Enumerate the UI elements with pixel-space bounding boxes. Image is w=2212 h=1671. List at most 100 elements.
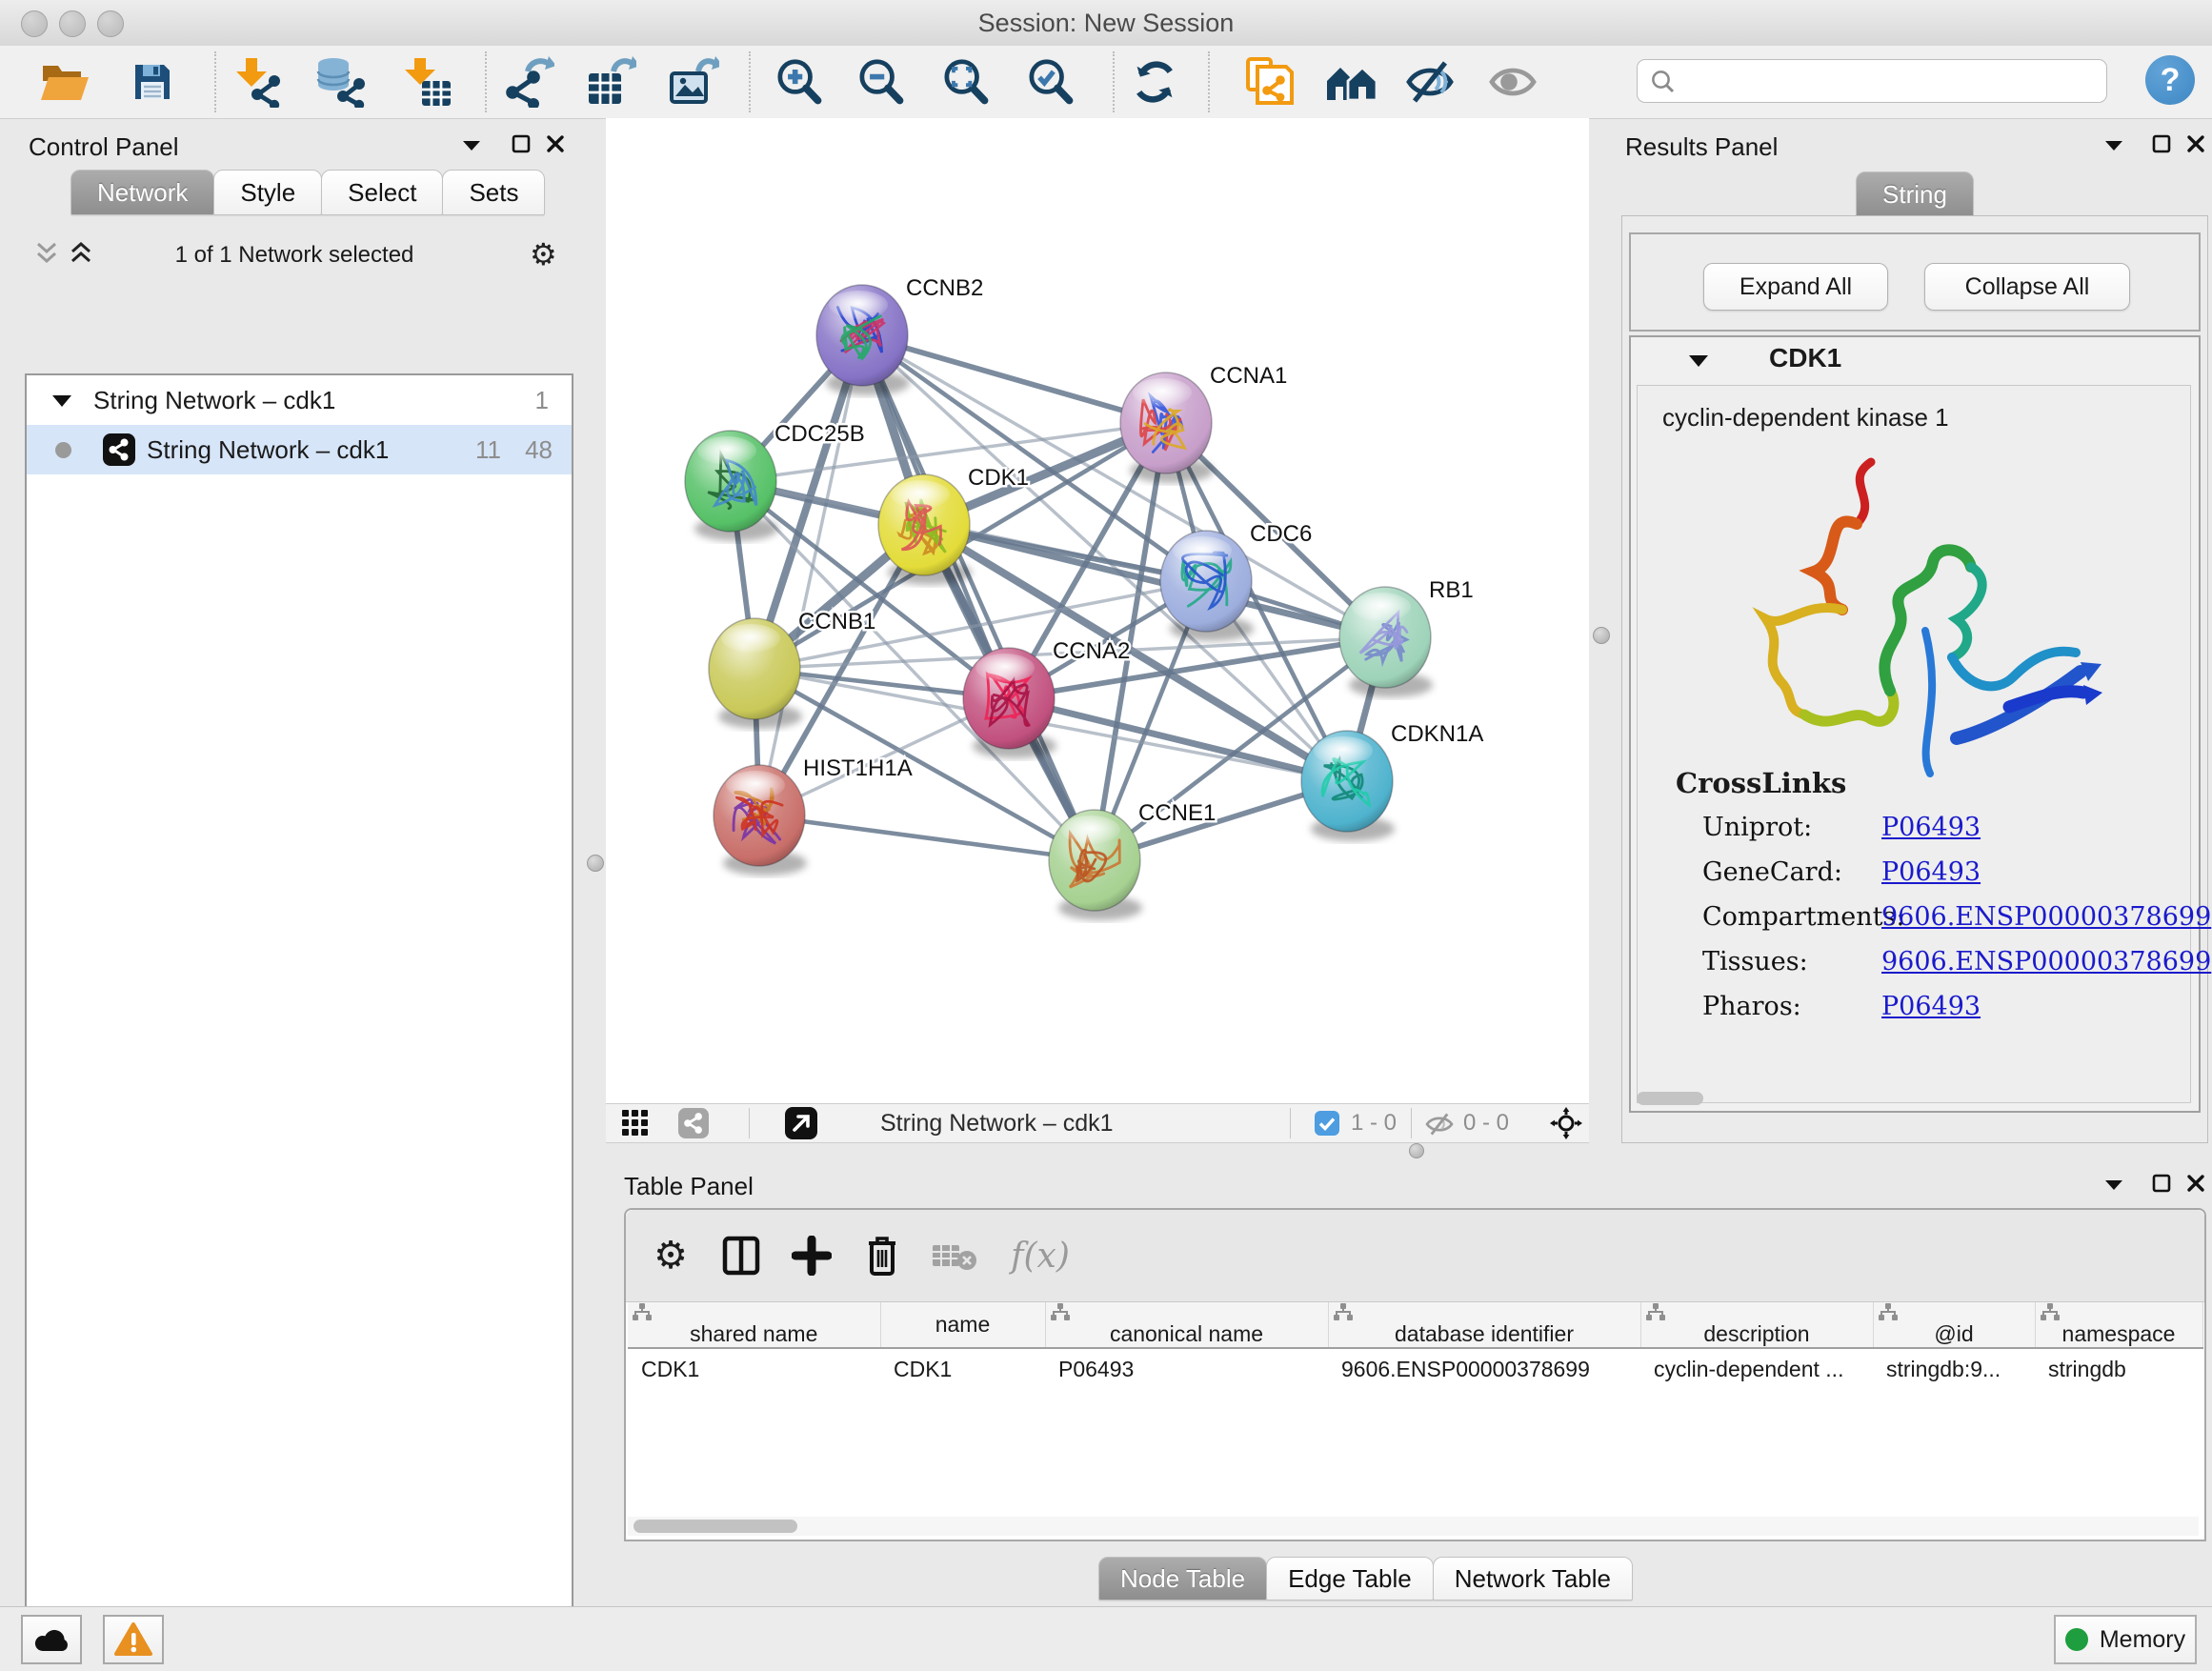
- houses-icon: [1325, 58, 1378, 106]
- tab-style[interactable]: Style: [213, 170, 322, 215]
- network-edge-CCNB2-HIST1H1A[interactable]: [759, 335, 862, 815]
- network-collection-row[interactable]: String Network – cdk1 1: [27, 375, 572, 425]
- memory-button[interactable]: Memory: [2054, 1615, 2197, 1664]
- expand-all-button[interactable]: Expand All: [1703, 263, 1888, 311]
- network-share-view-icon[interactable]: [678, 1108, 709, 1138]
- panel-float-icon[interactable]: [2145, 130, 2178, 158]
- hide-selected-button[interactable]: [1400, 53, 1459, 111]
- network-canvas[interactable]: CCNB2CCNA1CDC25BCDK1CDC6RB1CCNB1CCNA2CDK…: [606, 118, 1589, 1103]
- crosslink-link[interactable]: 9606.ENSP00000378699: [1881, 947, 2211, 976]
- horizontal-splitter-handle[interactable]: [1409, 1143, 1424, 1158]
- column-header-name[interactable]: name: [880, 1302, 1045, 1348]
- tab-sets[interactable]: Sets: [442, 170, 545, 215]
- birds-eye-view-icon[interactable]: [1549, 1106, 1583, 1140]
- network-node-CCNB2[interactable]: [816, 285, 910, 395]
- table-cell[interactable]: stringdb: [2035, 1348, 2202, 1389]
- create-column-plus-icon[interactable]: [784, 1229, 839, 1282]
- network-node-CCNE1[interactable]: [1049, 810, 1142, 920]
- results-scrollbar-thumb[interactable]: [1637, 1092, 1703, 1105]
- right-splitter-handle[interactable]: [1593, 627, 1610, 644]
- help-button[interactable]: ?: [2145, 55, 2195, 105]
- first-neighbors-button[interactable]: [1322, 53, 1381, 111]
- column-header-shared-name[interactable]: shared name: [628, 1302, 880, 1348]
- tab-edge-table[interactable]: Edge Table: [1266, 1557, 1434, 1601]
- crosslink-link[interactable]: P06493: [1881, 992, 1981, 1021]
- left-splitter-handle[interactable]: [587, 855, 604, 872]
- zoom-out-button[interactable]: [852, 53, 911, 111]
- table-cell[interactable]: CDK1: [628, 1348, 880, 1389]
- network-node-CCNB1[interactable]: [709, 618, 802, 729]
- delete-table-icon[interactable]: [927, 1229, 982, 1282]
- column-header-@id[interactable]: @id: [1873, 1302, 2035, 1348]
- column-header-database-identifier[interactable]: database identifier: [1328, 1302, 1640, 1348]
- selected-checkbox-icon[interactable]: [1315, 1111, 1339, 1136]
- crosslink-link[interactable]: P06493: [1881, 813, 1981, 842]
- crosslink-link[interactable]: 9606.ENSP00000378699: [1881, 902, 2211, 932]
- network-node-CDC25B[interactable]: [685, 431, 778, 541]
- gene-expander-icon[interactable]: [1688, 354, 1709, 368]
- zoom-selected-button[interactable]: [1021, 53, 1080, 111]
- warning-status-button[interactable]: [103, 1615, 164, 1664]
- function-builder-icon[interactable]: f(x): [999, 1229, 1081, 1282]
- export-image-button[interactable]: [664, 53, 723, 111]
- open-session-button[interactable]: [35, 53, 94, 111]
- tab-select[interactable]: Select: [321, 170, 443, 215]
- network-row-selected[interactable]: String Network – cdk1 11 48: [27, 425, 572, 474]
- zoom-in-button[interactable]: [770, 53, 829, 111]
- panel-menu-icon[interactable]: [455, 131, 488, 160]
- import-network-file-button[interactable]: [229, 53, 288, 111]
- grid-view-icon[interactable]: [621, 1109, 650, 1137]
- tab-node-table[interactable]: Node Table: [1098, 1557, 1267, 1601]
- show-all-button[interactable]: [1483, 53, 1542, 111]
- cloud-status-button[interactable]: [21, 1615, 82, 1664]
- collection-expander-icon[interactable]: [51, 394, 72, 408]
- table-cell[interactable]: 9606.ENSP00000378699: [1328, 1348, 1640, 1389]
- table-horizontal-scrollbar[interactable]: [628, 1517, 2199, 1536]
- panel-menu-icon[interactable]: [2098, 131, 2130, 160]
- column-header-description[interactable]: description: [1640, 1302, 1873, 1348]
- column-header-namespace[interactable]: namespace: [2035, 1302, 2202, 1348]
- panel-float-icon[interactable]: [2145, 1169, 2178, 1198]
- save-session-button[interactable]: [123, 53, 182, 111]
- panel-close-icon[interactable]: [539, 130, 572, 158]
- panel-close-icon[interactable]: [2180, 1169, 2212, 1198]
- network-edge-HIST1H1A-CCNE1[interactable]: [759, 815, 1095, 860]
- network-options-gear-icon[interactable]: ⚙: [530, 236, 557, 272]
- network-edge-CCNB2-CCNE1[interactable]: [862, 335, 1095, 860]
- panel-float-icon[interactable]: [505, 130, 537, 158]
- zoom-fit-button[interactable]: [936, 53, 995, 111]
- network-node-CDC6[interactable]: [1160, 531, 1254, 641]
- import-table-file-button[interactable]: [397, 53, 456, 111]
- export-network-button[interactable]: [499, 53, 558, 111]
- export-table-button[interactable]: [581, 53, 640, 111]
- refresh-button[interactable]: [1125, 53, 1184, 111]
- network-node-CDK1[interactable]: [878, 474, 972, 585]
- search-input[interactable]: [1683, 62, 2097, 98]
- table-scrollbar-thumb[interactable]: [633, 1520, 797, 1533]
- detach-view-icon[interactable]: [785, 1107, 817, 1139]
- network-node-RB1[interactable]: [1339, 587, 1433, 697]
- table-cell[interactable]: P06493: [1045, 1348, 1328, 1389]
- table-cell[interactable]: stringdb:9...: [1873, 1348, 2035, 1389]
- crosslink-link[interactable]: P06493: [1881, 857, 1981, 887]
- zoom-in-icon: [774, 57, 824, 107]
- network-node-CDKN1A[interactable]: [1301, 731, 1395, 841]
- tab-network-table[interactable]: Network Table: [1433, 1557, 1633, 1601]
- hidden-eye-icon[interactable]: [1423, 1112, 1456, 1137]
- network-node-CCNA1[interactable]: [1120, 372, 1214, 483]
- delete-column-trash-icon[interactable]: [855, 1229, 910, 1282]
- column-header-canonical-name[interactable]: canonical name: [1045, 1302, 1328, 1348]
- panel-close-icon[interactable]: [2180, 130, 2212, 158]
- tab-string[interactable]: String: [1856, 171, 1974, 217]
- panel-menu-icon[interactable]: [2098, 1171, 2130, 1199]
- table-cell[interactable]: CDK1: [880, 1348, 1045, 1389]
- network-node-CCNA2[interactable]: [963, 648, 1056, 758]
- collapse-all-button[interactable]: Collapse All: [1924, 263, 2130, 311]
- table-settings-gear-icon[interactable]: ⚙: [643, 1229, 698, 1282]
- new-network-from-selection-button[interactable]: [1238, 53, 1297, 111]
- show-columns-icon[interactable]: [714, 1229, 769, 1282]
- table-cell[interactable]: cyclin-dependent ...: [1640, 1348, 1873, 1389]
- import-network-database-button[interactable]: [312, 53, 371, 111]
- tab-network[interactable]: Network: [70, 170, 214, 215]
- network-node-HIST1H1A[interactable]: [714, 765, 807, 876]
